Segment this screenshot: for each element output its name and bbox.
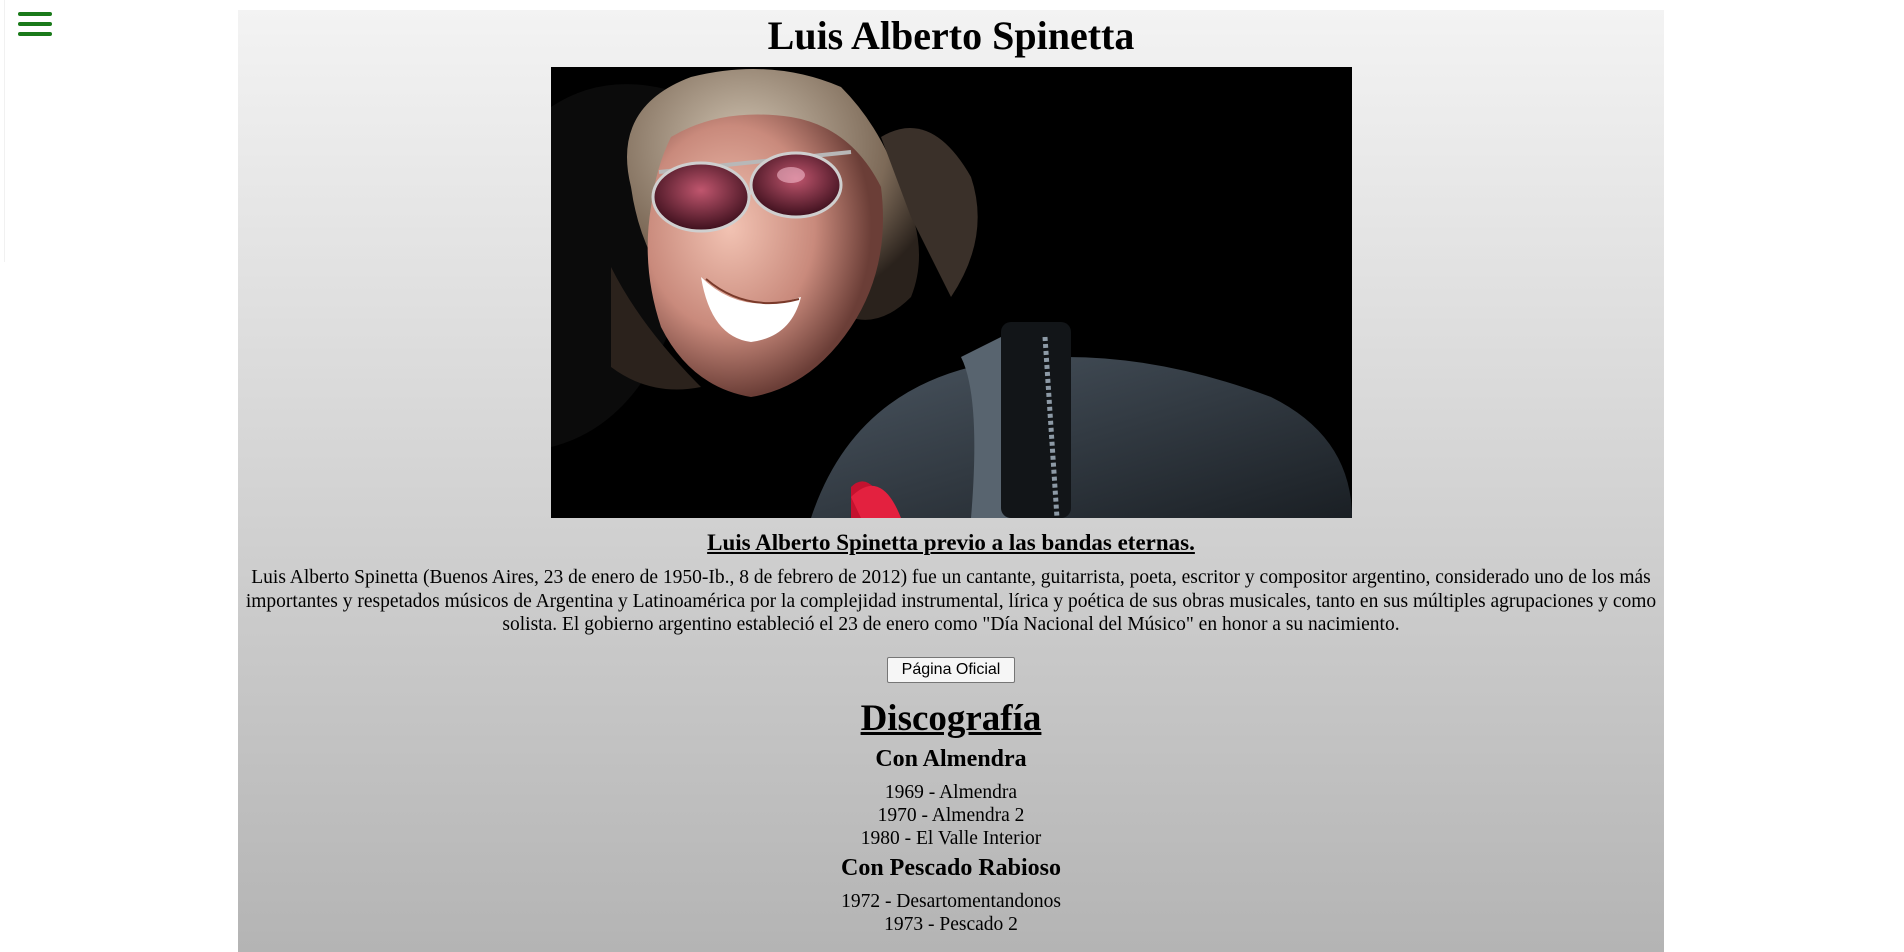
album-item: 1973 - Pescado 2 (884, 913, 1018, 935)
menu-bar (18, 22, 52, 26)
album-item: 1969 - Almendra (884, 781, 1018, 803)
page-title: Luis Alberto Spinetta (767, 13, 1135, 58)
group-title: Con Pescado Rabioso (840, 854, 1062, 881)
menu-bar (18, 12, 52, 16)
photo-caption: Luis Alberto Spinetta previo a las banda… (707, 530, 1195, 555)
album-list: 1969 - Almendra 1970 - Almendra 2 1980 -… (238, 781, 1664, 850)
hamburger-menu-icon (18, 12, 52, 36)
discography-group: Con Almendra 1969 - Almendra 1970 - Alme… (238, 741, 1664, 850)
menu-bar (18, 32, 52, 36)
album-item: 1972 - Desartomentandonos (841, 890, 1061, 912)
artist-photo (550, 67, 1352, 518)
official-page-button[interactable]: Página Oficial (886, 656, 1016, 683)
group-title: Con Almendra (875, 745, 1027, 772)
main-content: Luis Alberto Spinetta Luis Alberto Spine… (238, 10, 1664, 952)
biography-text: Luis Alberto Spinetta (Buenos Aires, 23 … (245, 567, 1657, 635)
album-item: 1980 - El Valle Interior (860, 827, 1042, 849)
discography-title: Discografía (860, 697, 1042, 739)
album-list: 1972 - Desartomentandonos 1973 - Pescado… (238, 890, 1664, 936)
hamburger-menu-button[interactable] (18, 12, 52, 42)
left-edge-line (0, 0, 5, 262)
discography-group: Con Pescado Rabioso 1972 - Desartomentan… (238, 850, 1664, 936)
album-item: 1970 - Almendra 2 (877, 804, 1025, 826)
